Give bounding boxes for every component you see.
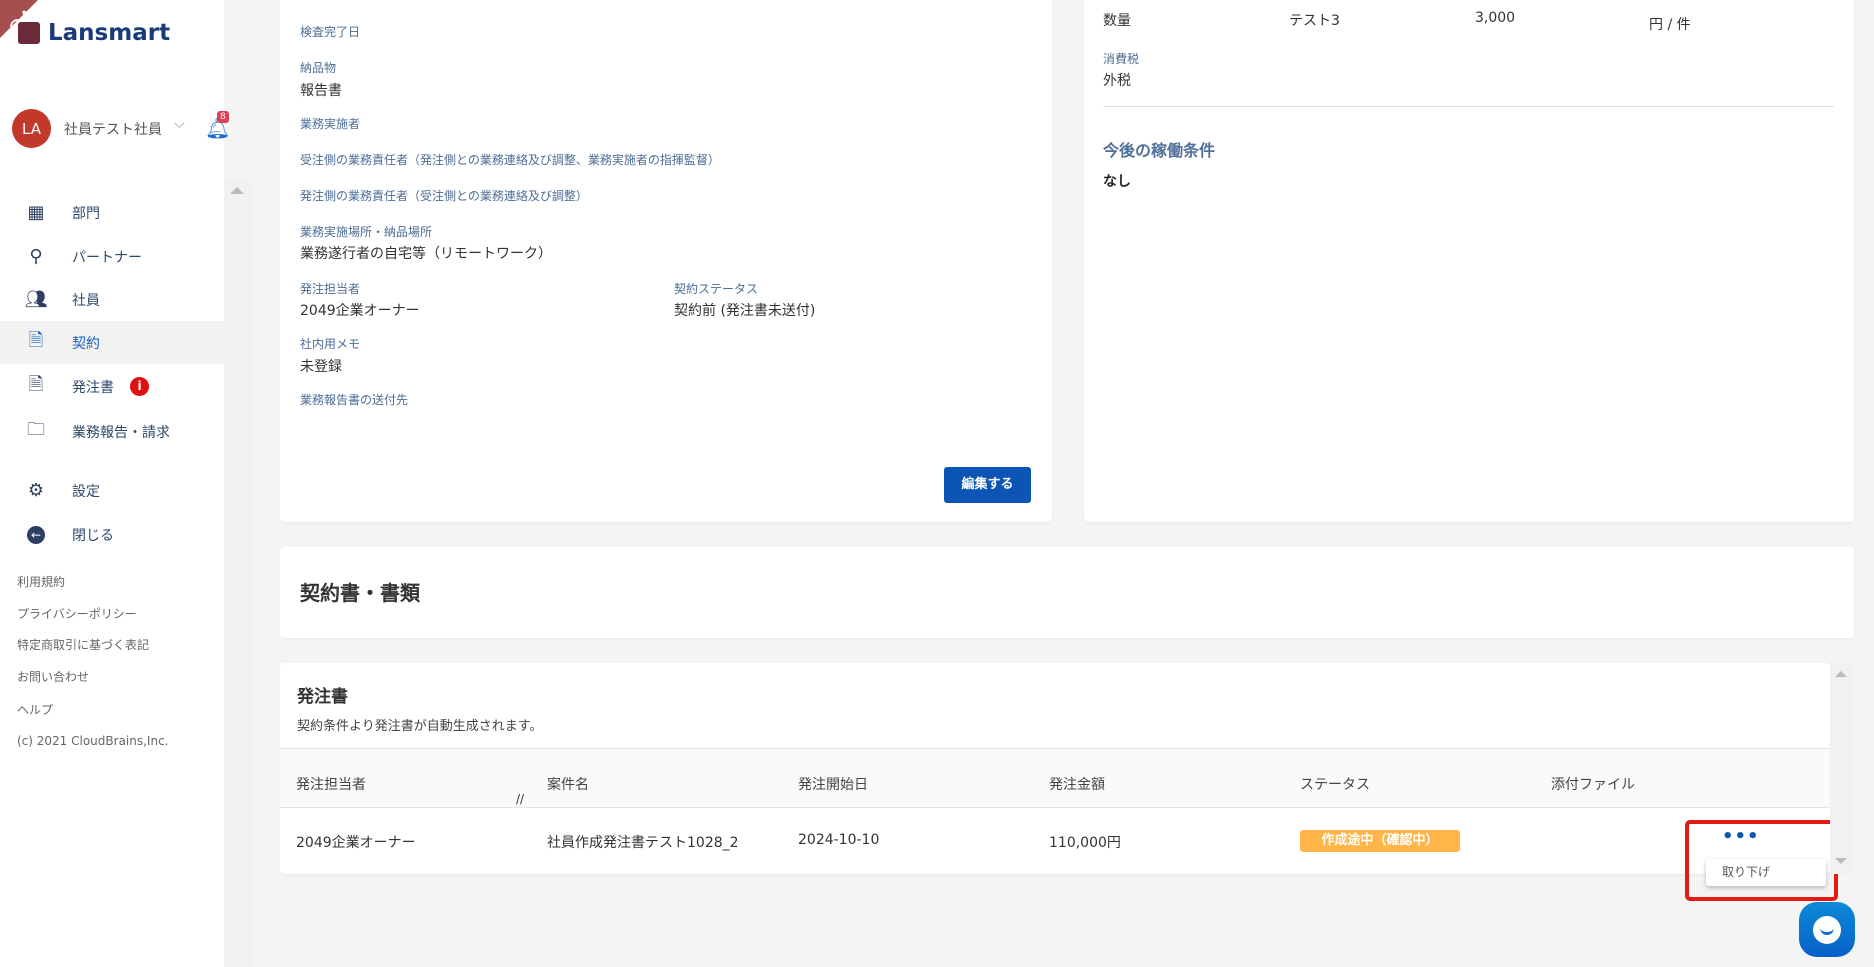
commerce-law-link[interactable]: 特定商取引に基づく表記 — [17, 636, 149, 653]
documents-title: 契約書・書類 — [300, 581, 420, 605]
deliverable-label: 納品物 — [300, 61, 337, 75]
column-header-status[interactable]: ステータス — [1300, 774, 1370, 794]
document-icon: 🗎 — [28, 329, 44, 351]
divider — [1103, 106, 1834, 107]
scroll-down-icon[interactable] — [1835, 858, 1847, 864]
order-person: 2049企業オーナー — [296, 835, 416, 851]
column-resize-handle[interactable]: // — [516, 792, 524, 806]
report-destination-label: 業務報告書の送付先 — [300, 393, 409, 407]
tax-value: 外税 — [1103, 73, 1131, 89]
contract-status-label: 契約ステータス — [674, 282, 759, 296]
sidebar-scrollbar[interactable] — [224, 180, 251, 967]
table-scrollbar[interactable] — [1830, 663, 1854, 874]
sidebar-item-purchase-orders[interactable]: 🗎 発注書 i — [0, 365, 224, 408]
sidebar-item-employees[interactable]: 👥︎ 社員 — [0, 278, 224, 321]
highlight-box — [1685, 820, 1838, 901]
contract-status-value: 契約前 (発注書未送付) — [674, 303, 816, 319]
help-link[interactable]: ヘルプ — [17, 701, 53, 718]
future-conditions-value: なし — [1103, 174, 1131, 190]
alert-icon: i — [130, 377, 149, 396]
tax-label: 消費税 — [1103, 52, 1140, 66]
column-header-start-date[interactable]: 発注開始日 — [798, 774, 868, 794]
order-start-date: 2024-10-10 — [798, 832, 880, 848]
inspection-date-label: 検査完了日 — [300, 25, 361, 39]
memo-label: 社内用メモ — [300, 337, 361, 351]
building-icon: ▦ — [27, 202, 45, 223]
pricing-card: 数量 テスト3 3,000 円 / 件 消費税 外税 今後の稼働条件 なし — [1084, 0, 1854, 522]
deliverable-value: 報告書 — [300, 83, 342, 99]
worker-label: 業務実施者 — [300, 117, 361, 131]
order-person-value: 2049企業オーナー — [300, 303, 420, 319]
notification-badge: 8 — [217, 111, 229, 123]
gear-icon: ⚙ — [27, 480, 45, 501]
chevron-down-icon[interactable]: ⌵ — [174, 116, 185, 132]
future-conditions-title: 今後の稼働条件 — [1103, 141, 1216, 160]
scroll-up-icon[interactable] — [230, 187, 244, 194]
edit-button[interactable]: 編集する — [944, 467, 1031, 503]
column-header-amount[interactable]: 発注金額 — [1049, 774, 1105, 794]
unit-price: 3,000 — [1475, 10, 1516, 26]
orderer-manager-label: 発注側の業務責任者（受注側との業務連絡及び調整） — [300, 189, 588, 203]
contract-details-card: 検査完了日 納品物 報告書 業務実施者 受注側の業務責任者（発注側との業務連絡及… — [280, 0, 1052, 522]
people-icon: 👥︎ — [24, 289, 48, 310]
purchase-orders-subtitle: 契約条件より発注書が自動生成されます。 — [297, 719, 543, 734]
order-person-label: 発注担当者 — [300, 282, 361, 296]
chat-icon — [1813, 915, 1841, 944]
avatar[interactable]: LA — [12, 109, 51, 148]
terms-link[interactable]: 利用規約 — [17, 573, 65, 590]
sidebar: QA Lansmart LA 社員テスト社員 ⌵ 🔔︎ 8 ▦部門 ⚲パートナー… — [0, 0, 230, 967]
arrow-left-circle-icon: ← — [26, 525, 46, 545]
person-icon: ⚲ — [29, 246, 43, 267]
privacy-link[interactable]: プライバシーポリシー — [17, 605, 137, 622]
status-badge: 作成途中（確認中） — [1300, 830, 1460, 852]
quantity-label: 数量 — [1103, 13, 1131, 29]
purchase-orders-title: 発注書 — [297, 687, 348, 707]
chat-button[interactable] — [1799, 902, 1855, 957]
contact-link[interactable]: お問い合わせ — [17, 668, 89, 685]
order-amount: 110,000円 — [1049, 835, 1121, 851]
user-name[interactable]: 社員テスト社員 — [64, 119, 162, 139]
sidebar-item-departments[interactable]: ▦ 部門 — [0, 191, 224, 234]
memo-value: 未登録 — [300, 359, 342, 375]
logo: Lansmart — [48, 20, 171, 46]
location-label: 業務実施場所・納品場所 — [300, 225, 433, 239]
scroll-up-icon[interactable] — [1835, 671, 1847, 677]
copyright: (c) 2021 CloudBrains,Inc. — [17, 734, 169, 748]
documents-card: 契約書・書類 — [280, 547, 1854, 638]
logo-icon — [18, 22, 40, 44]
contractor-manager-label: 受注側の業務責任者（発注側との業務連絡及び調整、業務実施者の指揮監督） — [300, 153, 720, 167]
sidebar-item-settings[interactable]: ⚙ 設定 — [0, 469, 224, 512]
column-header-name[interactable]: 案件名 — [547, 774, 589, 794]
folder-icon: 🗀 — [27, 418, 45, 440]
sidebar-item-reports[interactable]: 🗀 業務報告・請求 — [0, 410, 224, 453]
order-name[interactable]: 社員作成発注書テスト1028_2 — [547, 832, 739, 852]
sidebar-item-close[interactable]: ← 閉じる — [0, 513, 224, 556]
document-icon: 🗎 — [28, 373, 44, 395]
sidebar-item-partners[interactable]: ⚲ パートナー — [0, 235, 224, 278]
item-name: テスト3 — [1289, 13, 1340, 29]
column-header-person[interactable]: 発注担当者 — [296, 774, 366, 794]
location-value: 業務遂行者の自宅等（リモートワーク） — [300, 246, 552, 262]
unit-label: 円 / 件 — [1649, 17, 1691, 33]
column-header-attachment[interactable]: 添付ファイル — [1551, 774, 1635, 794]
sidebar-item-contracts[interactable]: 🗎 契約 — [0, 321, 224, 364]
